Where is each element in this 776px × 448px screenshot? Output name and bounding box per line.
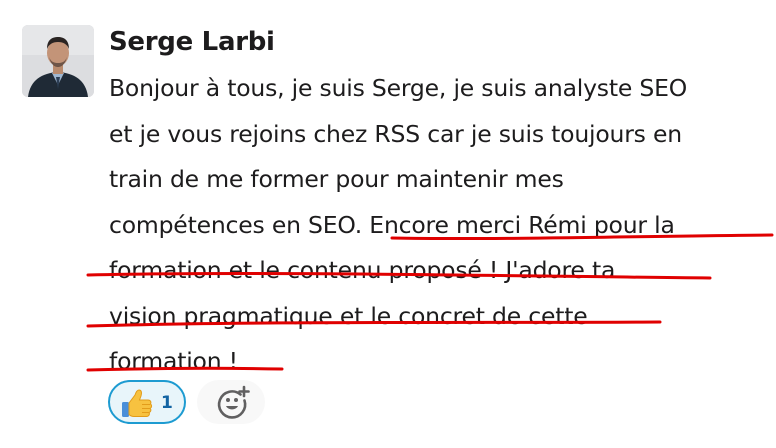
message-line: formation ! <box>109 347 238 375</box>
message-line: compétences en SEO. Encore merci Rémi po… <box>109 210 675 239</box>
message-line: et je vous rejoins chez RSS car je suis … <box>109 119 682 148</box>
message-line: formation et le contenu proposé ! J'ador… <box>109 256 616 284</box>
add-reaction-icon <box>217 385 250 419</box>
add-reaction-button[interactable] <box>197 380 265 424</box>
reaction-thumbs-up[interactable]: 1 <box>108 380 186 424</box>
chat-message: Serge Larbi Bonjour à tous, je suis Serg… <box>0 0 776 448</box>
message-line: vision pragmatique et le concret de cett… <box>109 301 588 330</box>
profile-photo <box>22 25 94 97</box>
message-text: Bonjour à tous, je suis Serge, je suis a… <box>109 66 769 385</box>
message-line: Bonjour à tous, je suis Serge, je suis a… <box>109 74 688 102</box>
message-line: train de me former pour maintenir mes <box>109 165 564 193</box>
thumbs-up-icon <box>122 389 153 417</box>
author-name[interactable]: Serge Larbi <box>109 24 275 60</box>
avatar[interactable] <box>22 25 94 97</box>
reaction-count: 1 <box>161 393 173 413</box>
